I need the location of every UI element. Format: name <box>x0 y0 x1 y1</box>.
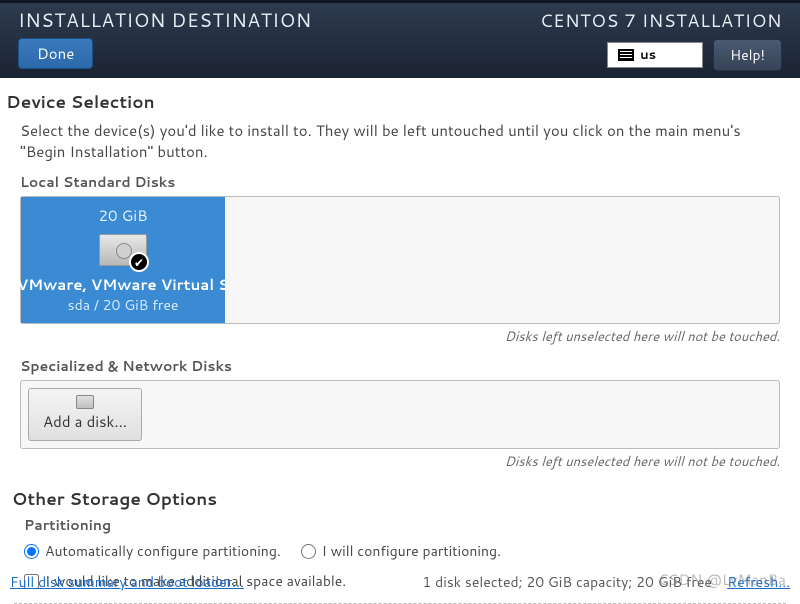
local-disks-hint: Disks left unselected here will not be t… <box>6 324 794 356</box>
partitioning-label: Partitioning <box>6 515 794 535</box>
header-left: INSTALLATION DESTINATION Done <box>18 7 312 70</box>
help-button[interactable]: Help! <box>713 39 782 71</box>
add-disk-button[interactable]: Add a disk... <box>28 388 142 441</box>
drive-icon <box>76 395 94 409</box>
disk-name: VMware, VMware Virtual S <box>17 274 230 295</box>
content-area: Device Selection Select the device(s) yo… <box>0 78 800 604</box>
local-disks-panel: 20 GiB ✔ VMware, VMware Virtual S sda / … <box>20 196 780 324</box>
disk-tile-sda[interactable]: 20 GiB ✔ VMware, VMware Virtual S sda / … <box>21 197 225 323</box>
partitioning-radio-group: Automatically configure partitioning. I … <box>6 535 794 567</box>
device-selection-title: Device Selection <box>6 90 794 114</box>
footer-status: 1 disk selected; 20 GiB capacity; 20 GiB… <box>422 572 712 592</box>
footer-bar: Full disk summary and boot loader... 1 d… <box>0 572 800 592</box>
refresh-link[interactable]: Refresh... <box>727 572 790 592</box>
done-button[interactable]: Done <box>18 38 93 69</box>
manual-partition-label: I will configure partitioning. <box>322 541 501 561</box>
disk-meta: sda / 20 GiB free <box>17 295 230 315</box>
keyboard-icon <box>618 49 634 61</box>
network-disks-heading: Specialized & Network Disks <box>6 356 794 376</box>
add-disk-label: Add a disk... <box>43 411 127 432</box>
check-icon: ✔ <box>129 252 149 272</box>
network-disks-hint: Disks left unselected here will not be t… <box>6 449 794 481</box>
auto-partition-option[interactable]: Automatically configure partitioning. <box>24 541 281 561</box>
disk-icon: ✔ <box>91 230 155 270</box>
manual-partition-option[interactable]: I will configure partitioning. <box>301 541 501 561</box>
network-disks-panel: Add a disk... <box>20 380 780 449</box>
local-disks-heading: Local Standard Disks <box>6 172 794 192</box>
disk-summary-link[interactable]: Full disk summary and boot loader... <box>10 572 244 592</box>
product-title: CENTOS 7 INSTALLATION <box>540 7 782 33</box>
keyboard-layout-label: us <box>640 46 656 64</box>
auto-partition-label: Automatically configure partitioning. <box>45 541 281 561</box>
keyboard-layout-selector[interactable]: us <box>607 42 703 68</box>
page-title: INSTALLATION DESTINATION <box>18 7 312 34</box>
auto-partition-radio[interactable] <box>24 544 39 559</box>
header-bar: INSTALLATION DESTINATION Done CENTOS 7 I… <box>0 0 800 78</box>
manual-partition-radio[interactable] <box>301 544 316 559</box>
header-right: CENTOS 7 INSTALLATION us Help! <box>540 7 782 70</box>
footer-right: 1 disk selected; 20 GiB capacity; 20 GiB… <box>422 572 790 592</box>
storage-options-title: Other Storage Options <box>6 481 794 515</box>
disk-size: 20 GiB <box>98 205 147 226</box>
device-selection-description: Select the device(s) you'd like to insta… <box>6 120 794 162</box>
